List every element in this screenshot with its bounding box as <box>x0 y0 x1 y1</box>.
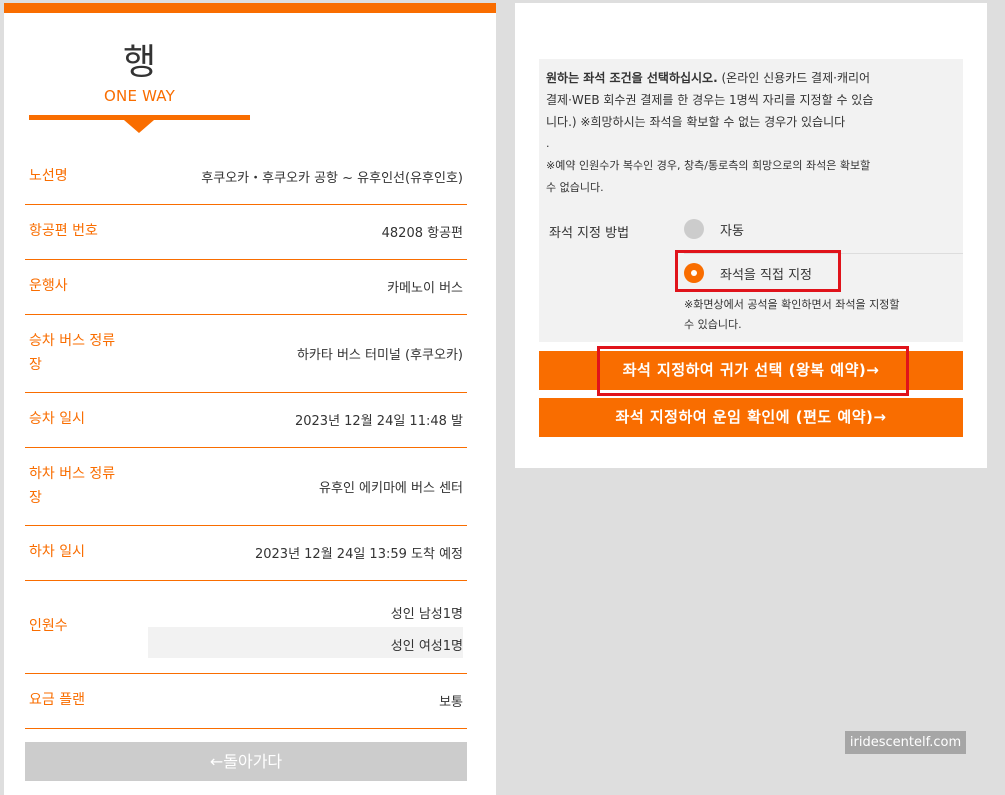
seat-option-auto-label: 자동 <box>720 223 744 239</box>
passenger-line: 성인 남성1명 <box>390 607 463 622</box>
alighting-stop-label: 하차 버스 정류 장 <box>29 462 141 510</box>
passengers-label: 인원수 <box>29 618 68 634</box>
one-way-seat-button[interactable]: 좌석 지정하여 운임 확인에 (편도 예약)→ <box>539 398 963 437</box>
conditions-line2: 결제·WEB 회수권 결제를 한 경우는 1명씩 자리를 지정할 수 있습 <box>546 93 874 107</box>
seat-selection-card: 원하는 좌석 조건을 선택하십시오. (온라인 신용카드 결제·캐리어 결제·W… <box>515 3 987 468</box>
fare-plan-row: 요금 플랜 보통 <box>25 674 467 729</box>
boarding-stop-label-line1: 승차 버스 정류 <box>29 333 116 349</box>
trip-type-subtitle: ONE WAY <box>104 87 175 105</box>
route-label: 노선명 <box>29 168 68 184</box>
boarding-time-label: 승차 일시 <box>29 411 85 427</box>
note-line2: 수 없습니다. <box>546 181 604 194</box>
back-button[interactable]: ←돌아가다 <box>25 742 467 781</box>
flight-row: 항공편 번호 48208 항공편 <box>25 205 467 260</box>
fare-plan-value: 보통 <box>439 695 463 710</box>
operator-label: 운행사 <box>29 278 68 294</box>
manual-note-line1: ※화면상에서 공석을 확인하면서 좌석을 지정할 <box>684 298 900 311</box>
flight-value: 48208 항공편 <box>381 226 463 241</box>
operator-row: 운행사 카메노이 버스 <box>25 260 467 315</box>
alighting-stop-value: 유후인 에키마에 버스 센터 <box>319 481 463 496</box>
conditions-heading: 원하는 좌석 조건을 선택하십시오. <box>546 71 718 85</box>
alighting-time-row: 하차 일시 2023년 12월 24일 13:59 도착 예정 <box>25 526 467 581</box>
manual-option-note: ※화면상에서 공석을 확인하면서 좌석을 지정할 수 있습니다. <box>684 295 944 335</box>
seat-method-label: 좌석 지정 방법 <box>549 226 630 241</box>
caret-down-icon <box>124 120 154 133</box>
conditions-dot: . <box>546 137 550 150</box>
route-value: 후쿠오카・후쿠오카 공항 ~ 유후인선(유후인호) <box>201 171 463 186</box>
boarding-time-value: 2023년 12월 24일 11:48 발 <box>294 414 463 429</box>
boarding-stop-label: 승차 버스 정류 장 <box>29 329 141 377</box>
conditions-line1: (온라인 신용카드 결제·캐리어 <box>717 71 871 85</box>
round-trip-button-highlight <box>597 346 909 396</box>
seat-option-auto[interactable]: 자동 <box>684 217 744 241</box>
trip-type-title: 행 <box>122 42 157 83</box>
flight-label: 항공편 번호 <box>29 223 98 239</box>
passenger-line: 성인 여성1명 <box>390 639 463 654</box>
seat-conditions-text: 원하는 좌석 조건을 선택하십시오. (온라인 신용카드 결제·캐리어 결제·W… <box>546 67 958 133</box>
boarding-stop-label-line2: 장 <box>29 357 42 373</box>
operator-value: 카메노이 버스 <box>387 281 463 296</box>
alighting-time-value: 2023년 12월 24일 13:59 도착 예정 <box>254 547 463 562</box>
alighting-stop-row: 하차 버스 정류 장 유후인 에키마에 버스 센터 <box>25 448 467 526</box>
seat-conditions-box: 원하는 좌석 조건을 선택하십시오. (온라인 신용카드 결제·캐리어 결제·W… <box>539 59 963 342</box>
manual-option-highlight <box>675 250 841 292</box>
note-line1: ※예약 인원수가 복수인 경우, 창측/통로측의 희망으로의 좌석은 확보할 <box>546 159 871 172</box>
route-row: 노선명 후쿠오카・후쿠오카 공항 ~ 유후인선(유후인호) <box>25 149 467 205</box>
passengers-row: 인원수 성인 남성1명 성인 여성1명 <box>25 581 467 674</box>
trip-type-header: 행 ONE WAY <box>29 39 250 133</box>
alighting-time-label: 하차 일시 <box>29 544 85 560</box>
boarding-time-row: 승차 일시 2023년 12월 24일 11:48 발 <box>25 393 467 448</box>
watermark: iridescentelf.com <box>845 731 966 754</box>
radio-unchecked-icon[interactable] <box>684 219 704 239</box>
conditions-line3: 니다.) ※희망하시는 좌석을 확보할 수 없는 경우가 있습니다 <box>546 115 846 129</box>
boarding-stop-row: 승차 버스 정류 장 하카타 버스 터미널 (후쿠오카) <box>25 315 467 393</box>
manual-note-line2: 수 있습니다. <box>684 318 742 331</box>
multi-passenger-note: ※예약 인원수가 복수인 경우, 창측/통로측의 희망으로의 좌석은 확보할 수… <box>546 155 958 199</box>
boarding-stop-value: 하카타 버스 터미널 (후쿠오카) <box>296 348 463 363</box>
alighting-stop-label-line2: 장 <box>29 490 42 506</box>
fare-plan-label: 요금 플랜 <box>29 692 85 708</box>
alighting-stop-label-line1: 하차 버스 정류 <box>29 466 116 482</box>
